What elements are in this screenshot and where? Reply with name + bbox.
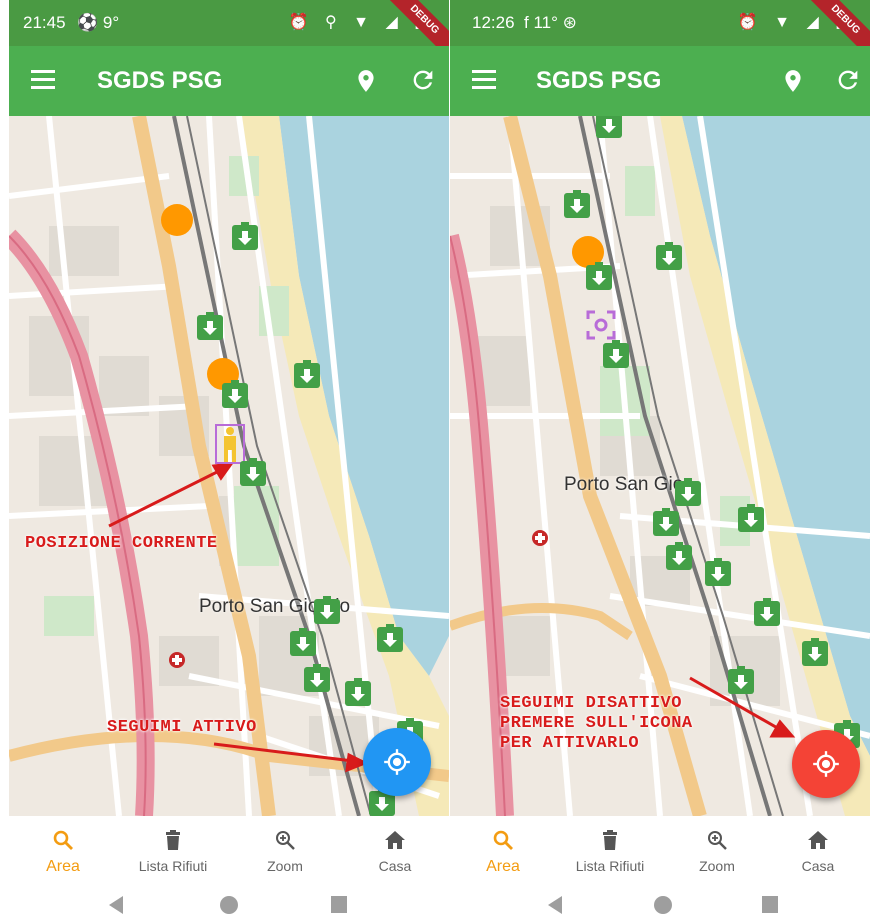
back-icon[interactable]: [548, 896, 562, 914]
waste-bin-marker-icon[interactable]: [728, 666, 754, 694]
nav-item-zoom[interactable]: Zoom: [235, 816, 335, 888]
bottom-navigation: Area Lista Rifiuti Zoom Casa: [9, 816, 449, 888]
home-circle-icon[interactable]: [220, 896, 238, 914]
status-time: 21:45: [23, 13, 66, 32]
waste-bin-marker-icon[interactable]: [705, 558, 731, 586]
status-time: 12:26: [472, 13, 515, 32]
waste-bin-marker-icon[interactable]: [232, 222, 258, 250]
waste-bin-marker-icon[interactable]: [304, 664, 330, 692]
nav-label: Zoom: [267, 858, 303, 874]
waste-bin-marker-icon[interactable]: [666, 542, 692, 570]
waste-bin-marker-icon[interactable]: [603, 340, 629, 368]
location-pin-icon[interactable]: [353, 68, 379, 94]
refresh-icon[interactable]: [409, 66, 437, 94]
app-title: SGDS PSG: [536, 67, 662, 94]
trash-icon: [603, 830, 617, 850]
location-pin-icon[interactable]: [780, 68, 806, 94]
home-circle-icon[interactable]: [654, 896, 672, 914]
phone-screen-left: 21:45 ⚽ 9° ⏰ ⚲ ▼ ◢ ▮ DEBUG SGDS PSG Port…: [9, 0, 449, 924]
annotation-current-position: POSIZIONE CORRENTE: [25, 534, 218, 553]
search-icon: [53, 830, 73, 850]
waste-bin-marker-icon[interactable]: [675, 478, 701, 506]
nav-item-lista-rifiuti[interactable]: Lista Rifiuti: [123, 816, 223, 888]
annotation-follow-inactive: SEGUIMI DISATTIVO PREMERE SULL'ICONA PER…: [500, 694, 693, 754]
back-icon[interactable]: [109, 896, 123, 914]
nav-label: Casa: [378, 858, 412, 874]
waste-bin-marker-icon[interactable]: [738, 504, 764, 532]
menu-icon[interactable]: [472, 70, 496, 90]
waste-bin-marker-icon[interactable]: [377, 624, 403, 652]
annotation-line: SEGUIMI DISATTIVO: [500, 694, 682, 713]
nav-item-lista-rifiuti[interactable]: Lista Rifiuti: [560, 816, 660, 888]
waste-bin-marker-icon[interactable]: [656, 242, 682, 270]
recents-icon[interactable]: [331, 896, 347, 913]
waste-bin-marker-icon[interactable]: [754, 598, 780, 626]
map-town-label: Porto San Gio: [564, 474, 684, 495]
follow-me-fab[interactable]: [363, 728, 431, 796]
recents-icon[interactable]: [762, 896, 778, 913]
bottom-navigation: Area Lista Rifiuti Zoom Casa: [450, 816, 870, 888]
nav-label: Lista Rifiuti: [138, 858, 208, 874]
nav-item-zoom[interactable]: Zoom: [667, 816, 767, 888]
waste-bin-marker-icon[interactable]: [290, 628, 316, 656]
waste-bin-marker-icon[interactable]: [314, 596, 340, 624]
menu-icon[interactable]: [31, 70, 55, 90]
nav-label: Casa: [801, 858, 835, 874]
nav-label: Area: [46, 858, 80, 875]
waste-bin-marker-icon[interactable]: [564, 190, 590, 218]
zoom-in-icon: [708, 831, 727, 850]
trash-icon: [166, 830, 180, 850]
annotation-follow-active: SEGUIMI ATTIVO: [107, 718, 257, 737]
status-bar: 21:45 ⚽ 9° ⏰ ⚲ ▼ ◢ ▮ DEBUG: [9, 0, 449, 66]
gps-fixed-icon: [384, 749, 410, 775]
phone-screen-right: 12:26 f 11° ⊛ ⏰ ▼ ◢ ▮ DEBUG SGDS PSG Por…: [450, 0, 870, 924]
nav-label: Lista Rifiuti: [575, 858, 645, 874]
orange-poi-marker[interactable]: [161, 204, 193, 236]
app-title: SGDS PSG: [97, 67, 223, 94]
waste-bin-marker-icon[interactable]: [653, 508, 679, 536]
status-weather: ⚽ 9°: [77, 13, 120, 32]
waste-bin-marker-icon[interactable]: [197, 312, 223, 340]
system-navigation-bar: [9, 888, 449, 924]
app-bar: SGDS PSG: [450, 46, 870, 116]
nav-label: Area: [486, 858, 520, 875]
waste-bin-marker-icon[interactable]: [345, 678, 371, 706]
waste-bin-marker-icon[interactable]: [596, 116, 622, 138]
waste-bin-marker-icon[interactable]: [586, 262, 612, 290]
status-bar: 12:26 f 11° ⊛ ⏰ ▼ ◢ ▮ DEBUG: [450, 0, 870, 66]
zoom-in-icon: [276, 831, 295, 850]
home-icon: [385, 831, 405, 849]
waste-bin-marker-icon[interactable]: [240, 458, 266, 486]
map-view[interactable]: Porto San Gio SEGUIMI DISATTIVO PREMERE …: [450, 116, 870, 816]
annotation-line: PER ATTIVARLO: [500, 734, 640, 753]
app-bar: SGDS PSG: [9, 46, 449, 116]
home-icon: [808, 831, 828, 849]
search-icon: [493, 830, 513, 850]
map-view[interactable]: Porto San Giorgio POSIZIONE CORRENTE SEG…: [9, 116, 449, 816]
nav-item-casa[interactable]: Casa: [768, 816, 868, 888]
follow-me-fab[interactable]: [792, 730, 860, 798]
location-reticle-icon: [586, 310, 616, 340]
nav-item-area[interactable]: Area: [13, 816, 113, 888]
refresh-icon[interactable]: [834, 66, 862, 94]
status-weather: f 11° ⊛: [524, 13, 577, 32]
nav-item-area[interactable]: Area: [453, 816, 553, 888]
waste-bin-marker-icon[interactable]: [802, 638, 828, 666]
nav-label: Zoom: [699, 858, 735, 874]
gps-target-icon: [813, 751, 839, 777]
system-navigation-bar: [450, 888, 870, 924]
waste-bin-marker-icon[interactable]: [294, 360, 320, 388]
annotation-line: PREMERE SULL'ICONA: [500, 714, 693, 733]
waste-bin-marker-icon[interactable]: [222, 380, 248, 408]
nav-item-casa[interactable]: Casa: [345, 816, 445, 888]
